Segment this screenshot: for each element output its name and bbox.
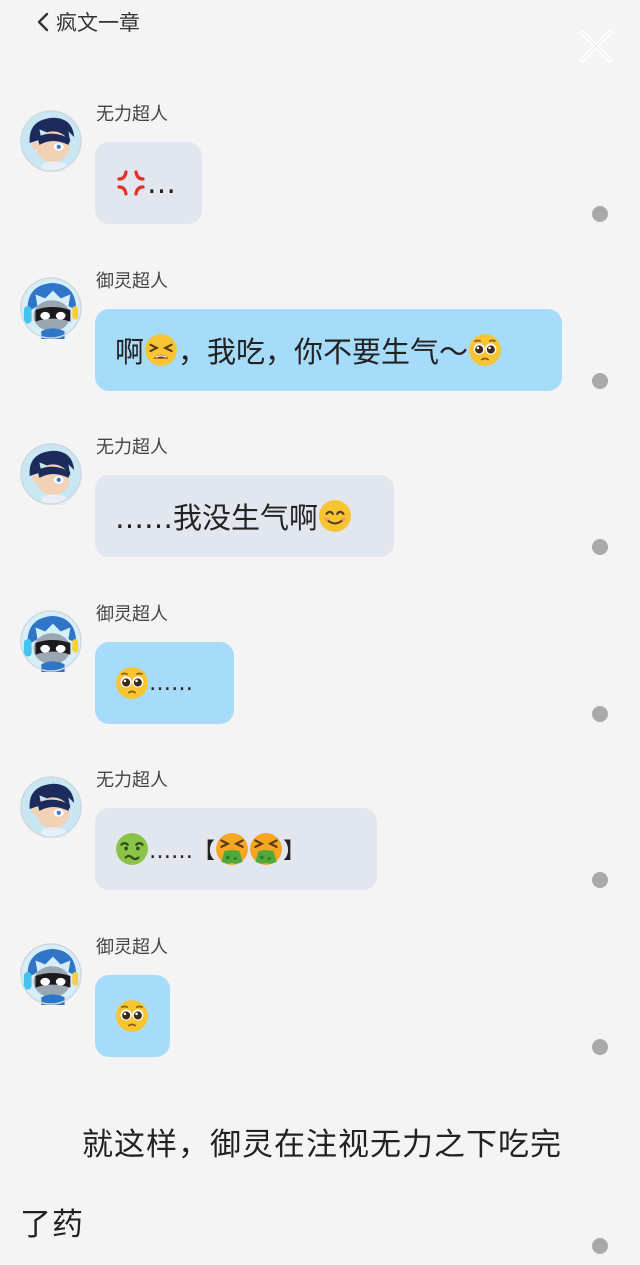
avatar-yuling[interactable] xyxy=(20,277,82,339)
avatar-yuling[interactable] xyxy=(20,943,82,1005)
narration-line: 就这样，御灵在注视无力之下吃完 xyxy=(82,1127,562,1163)
more-dot[interactable] xyxy=(592,1238,608,1254)
close-icon[interactable] xyxy=(576,26,616,66)
sender-name: 御灵超人 xyxy=(96,937,168,958)
sender-name: 御灵超人 xyxy=(96,271,168,292)
more-dot[interactable] xyxy=(592,206,608,222)
nauseated-face-emoji xyxy=(115,832,149,866)
message-text: ，我吃，你不要生气～ xyxy=(178,335,469,369)
anger-symbol-emoji xyxy=(115,167,147,199)
vomiting-face-emoji xyxy=(249,832,283,866)
message-bubble[interactable]: 啊 ，我吃，你不要生气～ xyxy=(95,309,562,391)
message-text: ……我没生气啊 xyxy=(115,501,319,535)
message-bubble[interactable]: … xyxy=(95,142,202,224)
chevron-left-icon xyxy=(37,12,49,32)
narration-line: 了药 xyxy=(20,1207,84,1243)
message-bubble[interactable]: …… xyxy=(95,642,234,724)
avatar-wuli[interactable] xyxy=(20,776,82,838)
back-label: 疯文一章 xyxy=(56,11,140,35)
more-dot[interactable] xyxy=(592,1039,608,1055)
top-bar: 疯文一章 xyxy=(0,0,640,63)
message-text: ……【 xyxy=(149,839,216,864)
more-dot[interactable] xyxy=(592,872,608,888)
pleading-face-emoji xyxy=(115,999,149,1033)
smiling-face-emoji xyxy=(318,499,352,533)
message-text: 啊 xyxy=(115,335,145,369)
message-text: …… xyxy=(149,670,193,696)
sender-name: 御灵超人 xyxy=(96,604,168,625)
narration-text: 就这样，御灵在注视无力之下吃完 了药 xyxy=(20,1105,600,1265)
avatar-yuling[interactable] xyxy=(20,610,82,672)
message-bubble[interactable] xyxy=(95,975,170,1057)
more-dot[interactable] xyxy=(592,706,608,722)
message-text: … xyxy=(147,166,176,200)
pleading-face-emoji xyxy=(468,333,502,367)
avatar-wuli[interactable] xyxy=(20,110,82,172)
more-dot[interactable] xyxy=(592,539,608,555)
message-bubble[interactable]: ……我没生气啊 xyxy=(95,475,394,557)
message-text: 】 xyxy=(283,839,306,864)
more-dot[interactable] xyxy=(592,373,608,389)
tired-face-emoji xyxy=(144,333,178,367)
avatar-wuli[interactable] xyxy=(20,443,82,505)
back-button[interactable]: 疯文一章 xyxy=(34,8,140,36)
vomiting-face-emoji xyxy=(215,832,249,866)
pleading-face-emoji xyxy=(115,666,149,700)
sender-name: 无力超人 xyxy=(96,770,168,791)
sender-name: 无力超人 xyxy=(96,104,168,125)
sender-name: 无力超人 xyxy=(96,437,168,458)
message-bubble[interactable]: ……【 】 xyxy=(95,808,377,890)
